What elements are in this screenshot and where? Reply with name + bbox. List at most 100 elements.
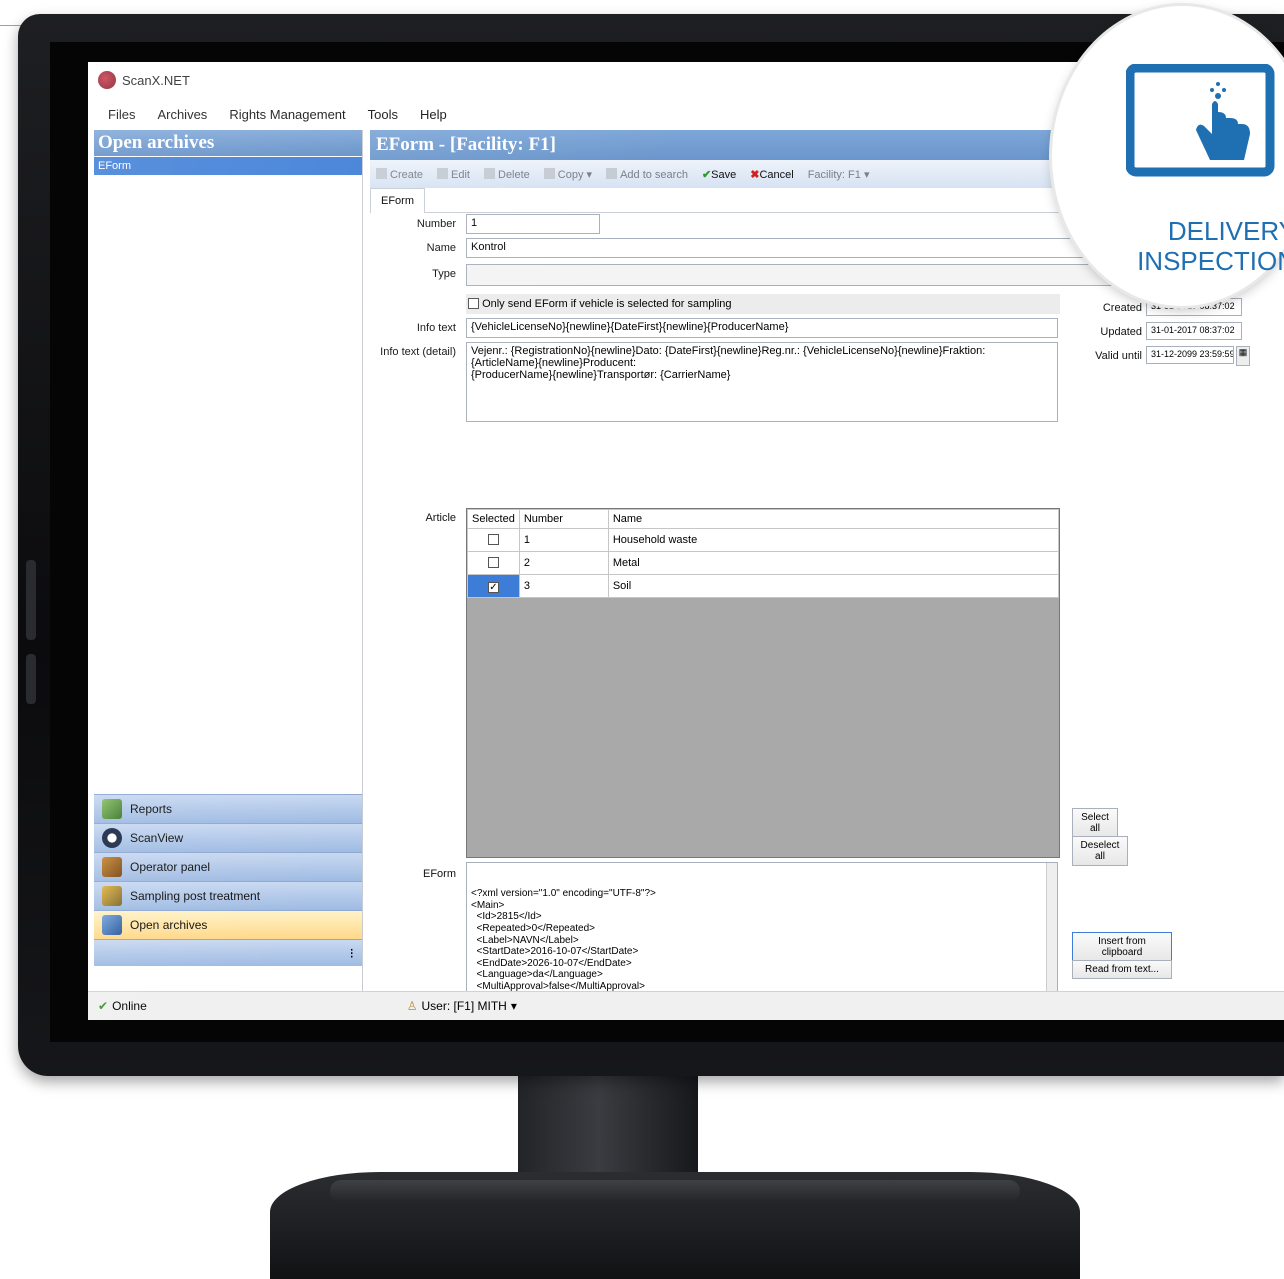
save-button[interactable]: ✔Save <box>702 168 736 181</box>
row-name: Metal <box>607 551 1060 575</box>
valid-until-label: Valid until <box>1095 350 1142 362</box>
add-to-search-button[interactable]: Add to search <box>606 167 688 181</box>
navigation-buttons: Reports ScanView Operator panel Sampling… <box>94 794 362 966</box>
cancel-button[interactable]: ✖Cancel <box>750 168 793 181</box>
row-number: 3 <box>518 574 609 598</box>
read-from-text-button[interactable]: Read from text... <box>1072 960 1172 979</box>
archive-icon <box>102 915 122 935</box>
facility-label: Facility: F1 <box>807 168 861 181</box>
badge-line-2: INSPECTION <box>1137 246 1284 276</box>
menu-archives[interactable]: Archives <box>157 107 207 122</box>
nav-label: Reports <box>130 802 173 816</box>
scanview-icon <box>102 828 122 848</box>
create-label: Create <box>390 168 424 181</box>
name-label: Name <box>426 242 456 254</box>
created-label: Created <box>1102 302 1142 314</box>
row-number: 2 <box>518 551 609 575</box>
table-row[interactable]: 1 Household waste <box>467 528 1060 552</box>
cancel-label: Cancel <box>759 168 794 181</box>
eform-form: Number 1 Name Kontrol Type Only send EFo… <box>370 212 1282 1020</box>
online-status: ✔ Online <box>98 999 147 1013</box>
status-bar: ✔ Online ♙ User: [F1] MITH ▾ <box>88 991 1284 1020</box>
row-checkbox-checked[interactable]: ✓ <box>487 582 499 593</box>
report-icon <box>102 799 122 819</box>
left-pane: Open archives EForm Reports ScanView Ope… <box>94 130 363 1010</box>
info-detail-line-2: {ProducerName}{newline}Transportør: {Car… <box>471 369 731 381</box>
deselect-all-button[interactable]: Deselect all <box>1072 836 1128 866</box>
edit-button[interactable]: Edit <box>437 167 470 181</box>
badge-line-1: DELIVERY <box>1167 216 1284 246</box>
tab-eform[interactable]: EForm <box>370 188 425 213</box>
user-dropdown[interactable]: ♙ User: [F1] MITH ▾ <box>407 999 517 1013</box>
scanx-logo-icon <box>98 71 116 89</box>
operator-icon <box>102 857 122 877</box>
online-label: Online <box>112 999 147 1013</box>
nav-scanview[interactable]: ScanView <box>94 823 362 852</box>
user-icon: ♙ <box>406 999 418 1013</box>
number-field[interactable]: 1 <box>466 214 600 234</box>
online-icon: ✔ <box>98 999 109 1013</box>
type-label: Type <box>432 268 456 280</box>
column-header-name[interactable]: Name <box>607 509 1060 529</box>
sampling-checkbox-label: Only send EForm if vehicle is selected f… <box>482 298 732 310</box>
calendar-icon[interactable]: ▦ <box>1236 346 1250 366</box>
sampling-icon <box>102 886 122 906</box>
edit-label: Edit <box>451 168 470 181</box>
info-detail-line-1: Vejenr.: {RegistrationNo}{newline}Dato: … <box>471 345 986 369</box>
number-label: Number <box>416 218 456 230</box>
column-header-number[interactable]: Number <box>518 509 609 529</box>
badge-label: DELIVERY INSPECTION <box>1106 216 1284 276</box>
updated-label: Updated <box>1100 326 1142 338</box>
eform-label: EForm <box>423 868 456 880</box>
article-label: Article <box>425 512 456 524</box>
copy-label: Copy <box>557 168 584 181</box>
delete-button[interactable]: Delete <box>484 167 530 181</box>
edit-icon <box>437 167 449 179</box>
row-name: Soil <box>607 574 1060 598</box>
sampling-checkbox[interactable] <box>468 298 479 309</box>
column-header-selected[interactable]: Selected <box>467 509 520 529</box>
create-icon <box>376 167 387 179</box>
copy-icon <box>543 167 555 179</box>
insert-from-clipboard-button[interactable]: Insert from clipboard <box>1072 932 1172 962</box>
copy-button[interactable]: Copy ▾ <box>543 167 592 181</box>
nav-overflow-chevron-icon[interactable]: ⁝ <box>94 939 362 966</box>
tablet-touch-icon <box>1126 64 1275 177</box>
article-grid: Selected Number Name 1 Household waste 2… <box>466 508 1060 858</box>
valid-until-field[interactable]: 31-12-2099 23:59:59 <box>1146 346 1234 364</box>
nav-label: ScanView <box>130 831 184 845</box>
article-grid-header: Selected Number Name <box>467 509 1060 529</box>
monitor-side-button <box>26 560 36 640</box>
select-all-button[interactable]: Select all <box>1072 808 1118 838</box>
nav-label: Sampling post treatment <box>130 889 261 903</box>
monitor-base-highlight <box>330 1180 1020 1202</box>
info-text-field[interactable]: {VehicleLicenseNo}{newline}{DateFirst}{n… <box>466 318 1058 338</box>
nav-open-archives[interactable]: Open archives <box>94 910 362 939</box>
nav-reports[interactable]: Reports <box>94 794 362 823</box>
left-pane-header: Open archives <box>94 130 362 156</box>
eform-xml-text: <?xml version="1.0" encoding="UTF-8"?> <… <box>471 888 656 992</box>
facility-dropdown[interactable]: Facility: F1 ▾ <box>808 168 870 181</box>
menu-help[interactable]: Help <box>420 107 447 122</box>
nav-label: Operator panel <box>130 860 211 874</box>
xml-scrollbar[interactable] <box>1046 863 1057 993</box>
eform-xml-editor[interactable]: <?xml version="1.0" encoding="UTF-8"?> <… <box>466 862 1058 994</box>
row-name: Household waste <box>607 528 1060 552</box>
menu-rights-management[interactable]: Rights Management <box>229 107 345 122</box>
row-number: 1 <box>518 528 609 552</box>
tree-item-eform[interactable]: EForm <box>94 157 362 175</box>
row-checkbox[interactable] <box>487 557 499 568</box>
menu-files[interactable]: Files <box>108 107 135 122</box>
menu-tools[interactable]: Tools <box>368 107 398 122</box>
nav-sampling-post-treatment[interactable]: Sampling post treatment <box>94 881 362 910</box>
sampling-checkbox-row[interactable]: Only send EForm if vehicle is selected f… <box>466 294 1060 314</box>
info-detail-field[interactable]: Vejenr.: {RegistrationNo}{newline}Dato: … <box>466 342 1058 422</box>
table-row[interactable]: 2 Metal <box>467 551 1060 575</box>
monitor-side-button <box>26 654 36 704</box>
nav-operator-panel[interactable]: Operator panel <box>94 852 362 881</box>
table-row[interactable]: ✓ 3 Soil <box>467 574 1060 598</box>
create-button[interactable]: Create <box>376 167 424 181</box>
delete-label: Delete <box>498 168 530 181</box>
user-label: User: [F1] MITH <box>421 999 507 1013</box>
row-checkbox[interactable] <box>487 534 499 545</box>
